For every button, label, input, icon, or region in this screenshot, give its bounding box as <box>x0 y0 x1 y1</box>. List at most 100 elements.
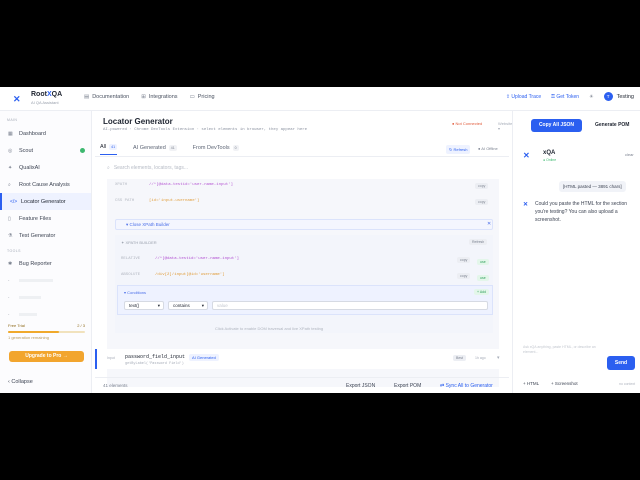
use-button[interactable]: use <box>477 259 489 265</box>
upload-trace-link[interactable]: ⇪ Upload Trace <box>506 94 541 100</box>
element-row[interactable]: Input password_field_input AI Generated … <box>95 349 509 369</box>
conditions-title: ▾ Conditions <box>124 290 147 295</box>
xqa-logo-icon: ✕ <box>523 151 530 160</box>
context-status: no context <box>619 382 636 386</box>
send-button[interactable]: Send <box>607 356 635 370</box>
copy-button[interactable]: copy <box>457 273 471 279</box>
copy-all-json-button[interactable]: Copy All JSON <box>531 119 582 132</box>
get-token-link[interactable]: ⚿ Get Token <box>551 94 579 100</box>
hidden-label-bar <box>19 279 53 282</box>
sidebar-item-scout[interactable]: ◎ Scout <box>0 142 91 159</box>
sparkle-icon: ✦ <box>8 164 13 171</box>
nav-documentation[interactable]: ▤ Documentation <box>84 94 129 100</box>
tab-ai-generated[interactable]: AI Generated 41 <box>133 144 177 155</box>
tab-count: 41 <box>168 144 177 151</box>
hidden-label-bar <box>19 296 41 299</box>
clear-chat-button[interactable]: clear <box>625 152 634 157</box>
add-screenshot-button[interactable]: + Screenshot <box>551 381 578 386</box>
user-message: [HTML pasted — 3891 chars] <box>559 181 626 192</box>
tab-from-devtools[interactable]: From DevTools 0 <box>193 144 239 155</box>
locator-value[interactable]: //*[@data-testid='user-name-input'] <box>149 183 233 187</box>
upgrade-button[interactable]: Upgrade to Pro → <box>9 351 84 362</box>
element-age: 1h ago <box>475 356 486 360</box>
main-content: Locator Generator AI-powered · Chrome De… <box>95 111 512 393</box>
plug-icon: ⊞ <box>141 94 146 100</box>
chevron-down-icon[interactable]: ▾ <box>497 355 500 361</box>
free-trial-panel: Free Trial 2 / 3 1 generation remaining <box>8 323 85 340</box>
top-right-actions: ⇪ Upload Trace ⚿ Get Token ☀ T Testing <box>506 92 634 101</box>
sidebar-item-bug-reporter[interactable]: ✱ Bug Reporter <box>0 255 91 272</box>
brand-logo[interactable]: ✕ RootXQA AI QA Assistant <box>13 91 62 107</box>
locator-value[interactable]: [id='input-username'] <box>149 199 199 203</box>
sidebar-item-dashboard[interactable]: ▦ Dashboard <box>0 125 91 142</box>
trial-label: Free Trial <box>8 323 25 328</box>
tab-count: 0 <box>232 144 239 151</box>
condition-function-select[interactable]: text() ▾ <box>124 301 164 310</box>
tab-divider <box>95 156 509 157</box>
sidebar-item-root-cause[interactable]: ⌕ Root Cause Analysis <box>0 176 91 193</box>
search-input[interactable]: Search elements, locators, tags... <box>114 165 188 171</box>
builder-label: RELATIVE <box>121 257 141 261</box>
element-count: 41 elements <box>103 383 128 388</box>
condition-operator-select[interactable]: contains ▾ <box>168 301 208 310</box>
chat-panel: Copy All JSON Generate POM ✕ xQA ● Onlin… <box>512 111 640 393</box>
use-button[interactable]: use <box>477 275 489 281</box>
tab-count: 41 <box>109 144 118 150</box>
element-kind: Input <box>107 356 115 360</box>
ai-generated-badge: AI Generated <box>189 354 219 361</box>
app-window: ✕ RootXQA AI QA Assistant ▤ Documentation … <box>0 87 640 393</box>
scout-status-dot <box>80 148 85 153</box>
copy-button[interactable]: copy <box>457 257 471 263</box>
sidebar-item-feature-files[interactable]: ▯ Feature Files <box>0 210 91 227</box>
collapse-button[interactable]: ‹ Collapse <box>8 379 33 385</box>
locator-label: XPATH <box>115 183 128 187</box>
source-select[interactable]: Website ▾ <box>498 121 512 131</box>
user-menu[interactable]: T Testing <box>603 92 634 101</box>
refresh-button[interactable]: ↻ Refresh <box>446 145 471 154</box>
copy-button[interactable]: copy <box>475 199 489 205</box>
compass-icon: ◎ <box>8 147 13 154</box>
builder-xpath-value[interactable]: //*[@data-testid='user-name-input'] <box>155 257 239 261</box>
file-icon: ▯ <box>8 215 11 222</box>
chat-input[interactable]: Ask xQA anything, paste HTML, or describ… <box>523 345 603 355</box>
conditions-panel: ▾ Conditions + Add text() ▾ contains ▾ val… <box>117 285 493 315</box>
condition-value-input[interactable]: value <box>212 301 488 310</box>
nav-integrations[interactable]: ⊞ Integrations <box>141 94 177 100</box>
theme-toggle-icon[interactable]: ☀ <box>589 94 593 100</box>
search-icon: ⌕ <box>107 165 110 171</box>
user-name: Testing <box>616 93 634 100</box>
sidebar-item-locator-generator[interactable]: </> Locator Generator <box>0 193 91 210</box>
sync-generator-button[interactable]: ⇄ Sync All to Generator <box>440 383 493 389</box>
code-icon: </> <box>10 198 18 205</box>
sidebar-item-qualixai[interactable]: ✦ QualixAI <box>0 159 91 176</box>
sidebar-item-test-generator[interactable]: ⚗ Test Generator <box>0 227 91 244</box>
builder-xpath-value[interactable]: /div[2]/input[@id='username'] <box>155 273 225 277</box>
element-name: password_field_input <box>125 354 186 360</box>
top-nav: ▤ Documentation ⊞ Integrations ▭ Pricing <box>84 94 215 100</box>
nav-pricing[interactable]: ▭ Pricing <box>190 94 215 100</box>
add-html-button[interactable]: + HTML <box>523 381 539 386</box>
add-condition-button[interactable]: + Add <box>474 289 490 295</box>
xpath-builder-toggle[interactable]: ▾ Close XPath Builder <box>115 219 493 230</box>
page-subtitle: AI-powered · Chrome DevTools Extension ·… <box>103 128 308 132</box>
grid-icon: ▦ <box>8 130 13 137</box>
generate-pom-button[interactable]: Generate POM <box>595 122 629 128</box>
trial-count: 2 / 3 <box>77 323 85 328</box>
tab-bar: All 41 AI Generated 41 From DevTools 0 <box>100 144 239 155</box>
bug-icon: ✱ <box>8 260 13 267</box>
avatar: T <box>603 92 613 101</box>
tab-all[interactable]: All 41 <box>100 144 118 155</box>
builder-hint: Click Activate to enable DOM traversal a… <box>215 326 324 331</box>
locator-row-css: CSS PATH [id='input-username'] <box>115 199 199 203</box>
builder-label: ABSOLUTE <box>121 273 141 277</box>
search-bar[interactable]: ⌕ Search elements, locators, tags... <box>107 162 497 174</box>
page-title: Locator Generator <box>103 117 173 126</box>
close-icon[interactable]: ✕ <box>487 221 491 227</box>
export-json-button[interactable]: Export JSON <box>346 383 375 389</box>
copy-button[interactable]: copy <box>475 183 489 189</box>
trial-note: 1 generation remaining <box>8 335 49 340</box>
export-pom-button[interactable]: Export POM <box>394 383 421 389</box>
builder-refresh-button[interactable]: Refresh <box>469 239 488 245</box>
sidebar-section-tools: TOOLS <box>7 249 21 253</box>
trial-progress-bar <box>8 331 85 333</box>
